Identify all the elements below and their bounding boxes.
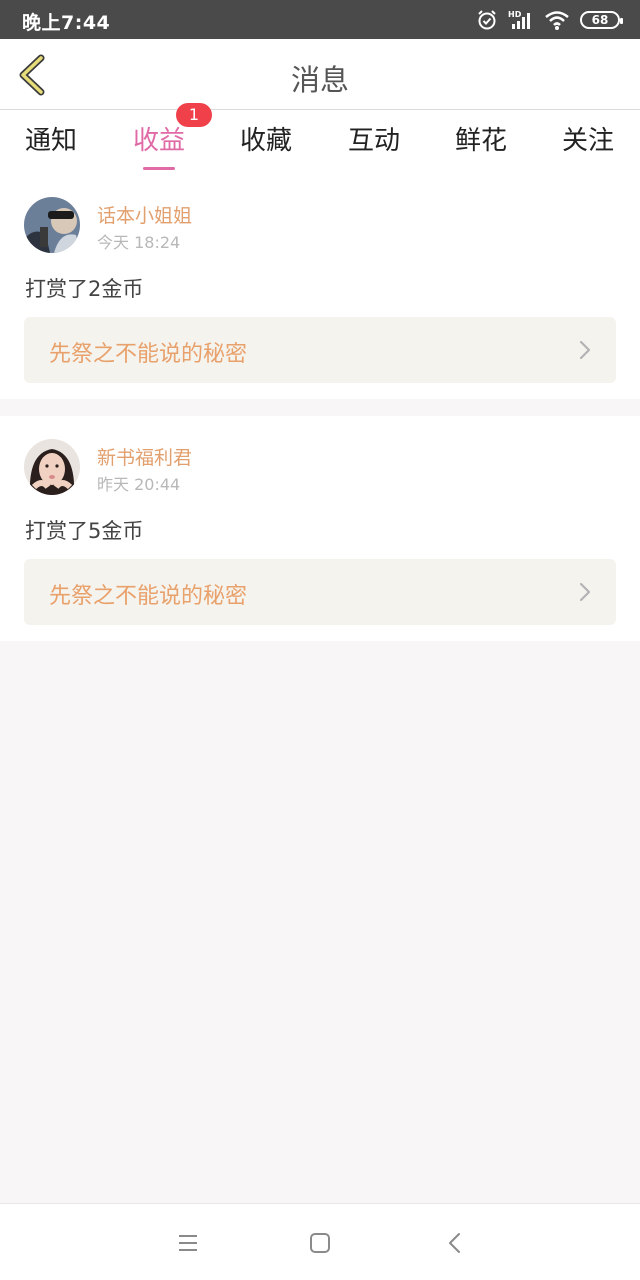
tab-label: 互动 xyxy=(347,126,400,156)
chevron-right-icon xyxy=(579,582,591,602)
menu-button[interactable] xyxy=(173,1228,203,1258)
svg-text:HD: HD xyxy=(508,10,522,19)
message-card: 新书福利君 昨天 20:44 打赏了5金币 先祭之不能说的秘密 xyxy=(0,416,640,641)
tab-flowers[interactable]: 鲜花 xyxy=(441,120,521,157)
wifi-icon xyxy=(544,9,570,31)
tab-label: 收藏 xyxy=(239,126,292,156)
back-icon xyxy=(449,1233,460,1253)
battery-icon: 68 xyxy=(580,11,623,29)
tab-notifications[interactable]: 通知 xyxy=(11,120,91,157)
hd-signal-icon: HD xyxy=(508,9,534,31)
sender-name[interactable]: 话本小姐姐 xyxy=(97,201,192,228)
sender-name[interactable]: 新书福利君 xyxy=(97,443,192,470)
book-link[interactable]: 先祭之不能说的秘密 xyxy=(24,559,616,625)
book-title: 先祭之不能说的秘密 xyxy=(49,342,248,367)
book-link[interactable]: 先祭之不能说的秘密 xyxy=(24,317,616,383)
tab-following[interactable]: 关注 xyxy=(548,120,628,157)
avatar[interactable] xyxy=(24,439,80,495)
chevron-right-icon xyxy=(579,340,591,360)
message-card: 话本小姐姐 今天 18:24 打赏了2金币 先祭之不能说的秘密 xyxy=(0,176,640,399)
tab-label: 关注 xyxy=(561,126,614,156)
tab-label: 鲜花 xyxy=(454,126,507,156)
battery-level: 68 xyxy=(591,13,609,27)
earnings-badge: 1 xyxy=(176,103,212,127)
active-tab-indicator xyxy=(143,167,175,170)
message-text: 打赏了5金币 xyxy=(25,519,144,543)
tab-favorites[interactable]: 收藏 xyxy=(226,120,306,157)
avatar[interactable] xyxy=(24,197,80,253)
status-time: 晚上7:44 xyxy=(22,12,111,34)
message-time: 今天 18:24 xyxy=(97,233,181,252)
home-icon xyxy=(310,1233,330,1253)
home-button[interactable] xyxy=(305,1228,335,1258)
header: 消息 xyxy=(0,39,640,110)
alarm-icon xyxy=(476,9,498,31)
status-bar: 晚上7:44 HD 68 xyxy=(0,0,640,39)
page-title: 消息 xyxy=(290,63,349,97)
system-back-button[interactable] xyxy=(440,1228,470,1258)
tab-interaction[interactable]: 互动 xyxy=(334,120,414,157)
system-nav-bar xyxy=(0,1203,640,1280)
status-icons: HD 68 xyxy=(476,7,623,33)
message-time: 昨天 20:44 xyxy=(97,475,181,494)
book-title: 先祭之不能说的秘密 xyxy=(49,584,248,609)
message-text: 打赏了2金币 xyxy=(25,277,144,301)
tab-bar: 通知 收益 收藏 互动 鲜花 关注 xyxy=(0,110,640,176)
tab-label: 收益 xyxy=(132,126,185,156)
menu-icon xyxy=(179,1235,197,1251)
tab-label: 通知 xyxy=(24,126,77,156)
